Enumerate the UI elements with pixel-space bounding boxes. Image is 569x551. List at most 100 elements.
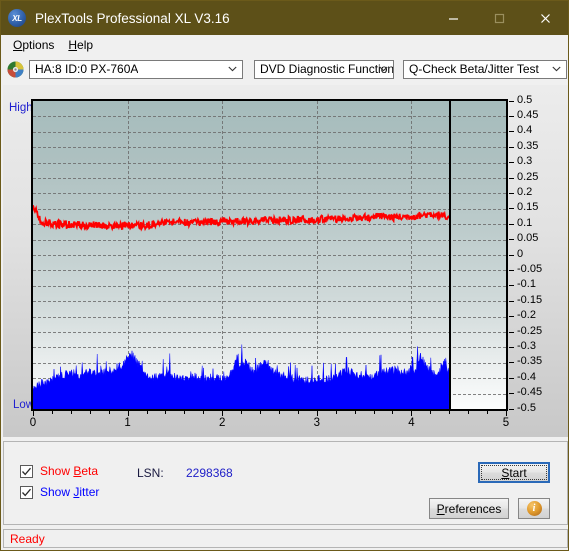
y-axis-tick-label: -0.15 <box>517 293 543 306</box>
tick-mark <box>449 411 451 414</box>
lsn-value: 2298368 <box>186 466 233 480</box>
test-select[interactable]: Q-Check Beta/Jitter Test <box>403 59 567 79</box>
info-button[interactable]: i <box>518 498 550 519</box>
start-button[interactable]: Start <box>478 462 550 483</box>
tick-mark <box>146 411 148 414</box>
tick-mark <box>222 411 224 416</box>
y-axis-tick-label: 0.2 <box>517 185 533 198</box>
y-axis-tick-label: 0.5 <box>517 93 533 106</box>
tick-mark <box>509 192 514 194</box>
series-beta <box>33 204 450 232</box>
check-icon <box>22 488 31 496</box>
tick-mark <box>316 411 318 416</box>
y-axis-tick-label: -0.25 <box>517 324 543 337</box>
plextools-window: XL PlexTools Professional XL V3.16 Optio… <box>0 0 569 551</box>
tick-mark <box>241 411 243 414</box>
chevron-down-icon <box>552 66 561 72</box>
tick-mark <box>509 408 514 410</box>
tick-mark <box>509 300 514 302</box>
menu-item-options[interactable]: Options <box>6 37 61 53</box>
y-axis-tick-label: -0.5 <box>517 401 536 414</box>
axis-label-high: High <box>9 102 33 114</box>
tick-mark <box>509 269 514 271</box>
data-end-cursor-line <box>449 101 452 409</box>
show-beta-checkbox[interactable]: Show Beta <box>20 464 98 478</box>
menu-item-options-label: ptions <box>22 38 55 52</box>
chart-series-layer <box>33 204 450 409</box>
status-text: Ready <box>10 531 45 546</box>
x-axis-tick-label: 1 <box>124 417 131 429</box>
tick-mark <box>354 411 356 414</box>
tick-mark <box>51 411 53 414</box>
menu-item-help[interactable]: Help <box>61 37 100 53</box>
tick-mark <box>278 411 280 414</box>
start-button-label: Start <box>501 465 527 480</box>
tick-mark <box>108 411 110 414</box>
y-axis-tick-label: 0.1 <box>517 216 533 229</box>
info-icon: i <box>526 501 542 516</box>
menu-bar: Options Help <box>1 35 568 55</box>
y-axis-tick-label: 0.35 <box>517 139 539 152</box>
y-axis-tick-label: 0.05 <box>517 232 539 245</box>
y-axis-tick-label: 0 <box>517 247 524 260</box>
y-axis-tick-label: 0.3 <box>517 155 533 168</box>
status-bar: Ready <box>3 529 568 548</box>
y-axis-tick-label: -0.3 <box>517 339 536 352</box>
tick-mark <box>487 411 489 414</box>
tick-mark <box>468 411 470 414</box>
tick-mark <box>509 239 514 241</box>
tick-mark <box>335 411 337 414</box>
lsn-label: LSN: <box>137 466 164 480</box>
y-axis-tick-label: -0.1 <box>517 278 536 291</box>
tick-mark <box>33 411 34 416</box>
y-axis-tick-label: -0.2 <box>517 309 536 322</box>
y-axis-tick-label: -0.35 <box>517 355 543 368</box>
y-axis-tick-label: -0.05 <box>517 262 543 275</box>
check-icon <box>22 467 31 475</box>
drive-select-value: HA:8 ID:0 PX-760A <box>35 62 139 76</box>
tick-mark <box>509 362 514 364</box>
preferences-button-label: Preferences <box>436 501 502 516</box>
show-jitter-checkbox[interactable]: Show Jitter <box>20 485 99 499</box>
tick-mark <box>165 411 167 414</box>
show-beta-label: Show Beta <box>40 464 99 478</box>
menu-item-help-label: elp <box>77 38 94 52</box>
preferences-button[interactable]: Preferences <box>429 498 509 519</box>
tick-mark <box>373 411 375 414</box>
chart-plot-area[interactable] <box>31 99 508 411</box>
drive-select[interactable]: HA:8 ID:0 PX-760A <box>29 59 243 79</box>
tick-mark <box>509 393 514 395</box>
window-controls <box>430 1 568 35</box>
chart-panel: High Low 0.5 0.45 0.4 0.35 0.3 0.25 0.2 0.15 0.1… <box>3 85 568 437</box>
tick-mark <box>509 115 514 117</box>
tick-mark <box>70 411 72 414</box>
y-axis-tick-label: 0.45 <box>517 108 539 121</box>
tick-mark <box>509 346 514 348</box>
tick-mark <box>509 223 514 225</box>
tick-mark <box>392 411 394 414</box>
x-axis: 0 1 2 3 4 5 <box>30 411 510 435</box>
minimize-icon[interactable] <box>430 1 476 35</box>
tick-mark <box>506 411 507 416</box>
tick-mark <box>297 411 299 414</box>
function-select[interactable]: DVD Diagnostic Functions <box>254 59 394 79</box>
plextools-logo-icon: XL <box>8 9 26 27</box>
tick-mark <box>509 146 514 148</box>
tick-mark <box>509 162 514 164</box>
tick-mark <box>430 411 432 414</box>
chevron-down-icon <box>228 66 237 72</box>
x-axis-tick-label: 5 <box>502 417 510 429</box>
tick-mark <box>509 316 514 318</box>
toolbar: HA:8 ID:0 PX-760A DVD Diagnostic Functio… <box>1 55 568 83</box>
close-icon[interactable] <box>522 1 568 35</box>
y-axis: 0.5 0.45 0.4 0.35 0.3 0.25 0.2 0.15 0.1 0.05 0 -0.0… <box>509 94 564 414</box>
tick-mark <box>411 411 413 416</box>
window-title: PlexTools Professional XL V3.16 <box>35 10 230 26</box>
y-axis-tick-label: 0.15 <box>517 201 539 214</box>
tick-mark <box>127 411 129 416</box>
show-jitter-label: Show Jitter <box>40 485 100 499</box>
maximize-icon[interactable] <box>476 1 522 35</box>
checkbox-box <box>20 464 33 478</box>
tick-mark <box>89 411 91 414</box>
tick-mark <box>509 131 514 133</box>
